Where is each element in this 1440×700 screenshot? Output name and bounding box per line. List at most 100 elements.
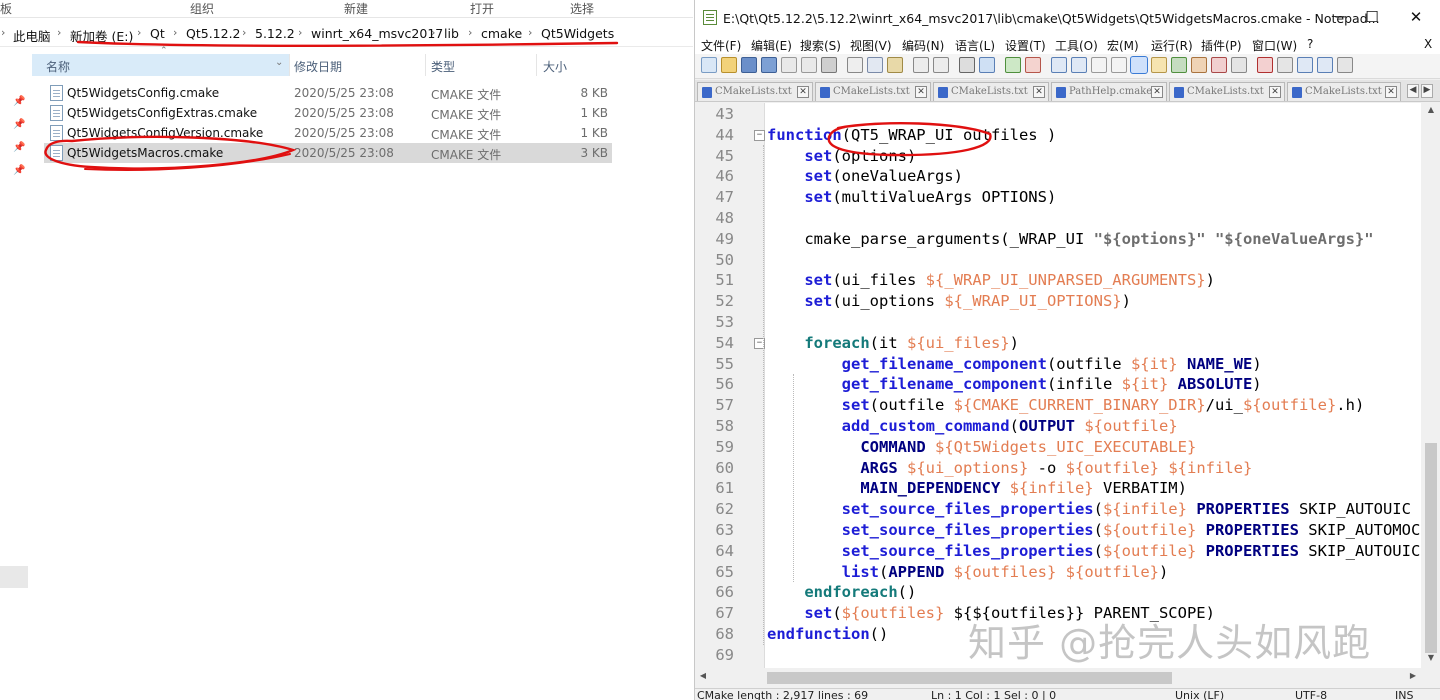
document-tab[interactable]: CMakeLists.txt ✕ xyxy=(697,82,813,101)
chevron-right-icon[interactable]: › xyxy=(528,26,532,39)
code-line[interactable]: 64 set_source_files_properties(${outfile… xyxy=(695,541,1440,562)
pin-icon[interactable]: 📌 xyxy=(13,142,25,153)
scroll-down-icon[interactable]: ▼ xyxy=(1425,653,1437,665)
redo-icon[interactable] xyxy=(933,57,949,73)
code-line[interactable]: 57 set(outfile ${CMAKE_CURRENT_BINARY_DI… xyxy=(695,395,1421,416)
indent-guide-icon[interactable] xyxy=(1130,56,1148,74)
menu-encoding[interactable]: 编码(N) xyxy=(902,37,944,54)
chevron-right-icon[interactable]: › xyxy=(298,26,302,39)
menu-view[interactable]: 视图(V) xyxy=(850,37,892,54)
tab-close-icon[interactable]: ✕ xyxy=(915,86,927,98)
code-line[interactable]: 65 list(APPEND ${outfiles} ${outfile}) xyxy=(695,562,1421,583)
address-bar[interactable]: › 此电脑 › 新加卷 (E:) › Qt › Qt5.12.2 › 5.12.… xyxy=(0,21,693,47)
code-line[interactable]: 43 xyxy=(695,104,1421,125)
menu-settings[interactable]: 设置(T) xyxy=(1005,37,1046,54)
chevron-right-icon[interactable]: › xyxy=(137,26,141,39)
paste-icon[interactable] xyxy=(887,57,903,73)
tab-scroll-right-icon[interactable]: ▶ xyxy=(1421,84,1433,98)
run-macro-multiple-icon[interactable] xyxy=(1317,57,1333,73)
menu-plugins[interactable]: 插件(P) xyxy=(1201,37,1242,54)
code-line[interactable]: 50 xyxy=(695,250,1421,271)
code-editor[interactable]: 43 44 − function(QT5_WRAP_UI outfiles ) 45 s… xyxy=(695,103,1440,668)
code-line[interactable]: 58 add_custom_command(OUTPUT ${outfile} xyxy=(695,416,1421,437)
code-line[interactable]: 52 set(ui_options ${_WRAP_UI_OPTIONS}) xyxy=(695,291,1421,312)
code-line[interactable]: 53 xyxy=(695,312,1421,333)
chevron-right-icon[interactable]: › xyxy=(242,26,246,39)
vertical-scroll-thumb[interactable] xyxy=(1425,443,1437,653)
copy-icon[interactable] xyxy=(867,57,883,73)
column-header-type[interactable]: 类型 xyxy=(426,54,536,76)
scroll-up-icon[interactable]: ▲ xyxy=(1425,105,1437,117)
menu-macro[interactable]: 宏(M) xyxy=(1107,37,1139,54)
code-line[interactable]: 59 COMMAND ${Qt5Widgets_UIC_EXECUTABLE} xyxy=(695,437,1421,458)
new-file-icon[interactable] xyxy=(701,57,717,73)
column-header-date[interactable]: 修改日期 xyxy=(290,54,425,76)
breadcrumb-qt5122[interactable]: Qt5.12.2 xyxy=(186,26,241,41)
word-wrap-icon[interactable] xyxy=(1091,57,1107,73)
folder-as-workspace-icon[interactable] xyxy=(1211,57,1227,73)
pin-icon[interactable]: 📌 xyxy=(13,96,25,107)
breadcrumb-qt[interactable]: Qt xyxy=(150,26,165,41)
tab-close-icon[interactable]: ✕ xyxy=(797,86,809,98)
breadcrumb-cmake[interactable]: cmake xyxy=(481,26,522,41)
chevron-right-icon[interactable]: › xyxy=(1,26,5,39)
print-icon[interactable] xyxy=(821,57,837,73)
menu-run[interactable]: 运行(R) xyxy=(1151,37,1193,54)
chevron-right-icon[interactable]: › xyxy=(431,26,435,39)
code-line[interactable]: 60 ARGS ${ui_options} -o ${outfile} ${in… xyxy=(695,458,1421,479)
tab-close-icon[interactable]: ✕ xyxy=(1269,86,1281,98)
close-all-icon[interactable] xyxy=(801,57,817,73)
find-icon[interactable] xyxy=(959,57,975,73)
code-line[interactable]: 62 set_source_files_properties(${infile}… xyxy=(695,499,1440,520)
document-tab[interactable]: CMakeLists.txt ✕ xyxy=(1169,82,1285,101)
title-bar[interactable]: E:\Qt\Qt5.12.2\5.12.2\winrt_x64_msvc2017… xyxy=(695,0,1440,34)
chevron-right-icon[interactable]: › xyxy=(57,26,61,39)
code-line[interactable]: 55 get_filename_component(outfile ${it} … xyxy=(695,354,1421,375)
file-row[interactable]: Qt5WidgetsConfigExtras.cmake 2020/5/25 2… xyxy=(44,103,612,123)
show-all-chars-icon[interactable] xyxy=(1111,57,1127,73)
column-header-name[interactable]: 名称 ⌃ ⌄ xyxy=(32,46,289,76)
code-line[interactable]: 48 xyxy=(695,208,1421,229)
menu-file[interactable]: 文件(F) xyxy=(701,37,741,54)
code-line[interactable]: 47 set(multiValueArgs OPTIONS) xyxy=(695,187,1421,208)
notepad-app-icon[interactable] xyxy=(703,10,717,25)
file-row[interactable]: Qt5WidgetsConfigVersion.cmake 2020/5/25 … xyxy=(44,123,612,143)
document-tab[interactable]: PathHelp.cmake ✕ xyxy=(1051,82,1167,101)
code-line[interactable]: 45 set(options) xyxy=(695,146,1421,167)
monitoring-icon[interactable] xyxy=(1231,57,1247,73)
code-line[interactable]: 44 − function(QT5_WRAP_UI outfiles ) xyxy=(695,125,1421,146)
menu-tools[interactable]: 工具(O) xyxy=(1055,37,1098,54)
tab-close-icon[interactable]: ✕ xyxy=(1385,86,1397,98)
code-line[interactable]: 46 set(oneValueArgs) xyxy=(695,166,1421,187)
pin-icon[interactable]: 📌 xyxy=(13,165,25,176)
breadcrumb-this-pc[interactable]: 此电脑 xyxy=(13,26,51,45)
chevron-down-icon[interactable]: ⌄ xyxy=(275,57,283,68)
zoom-in-icon[interactable] xyxy=(1005,57,1021,73)
column-header-size[interactable]: 大小 xyxy=(537,54,612,76)
vertical-scrollbar[interactable]: ▲ ▼ xyxy=(1421,103,1440,668)
horizontal-scrollbar[interactable]: ◀ ▶ xyxy=(695,668,1440,688)
menu-edit[interactable]: 编辑(E) xyxy=(751,37,792,54)
document-tab[interactable]: CMakeLists.txt ✕ xyxy=(1287,82,1401,101)
chevron-right-icon[interactable]: › xyxy=(468,26,472,39)
replace-icon[interactable] xyxy=(979,57,995,73)
breadcrumb-5122[interactable]: 5.12.2 xyxy=(255,26,295,41)
function-list-icon[interactable] xyxy=(1191,57,1207,73)
document-map-icon[interactable] xyxy=(1171,57,1187,73)
code-line[interactable]: 51 set(ui_files ${_WRAP_UI_UNPARSED_ARGU… xyxy=(695,270,1421,291)
undo-icon[interactable] xyxy=(913,57,929,73)
breadcrumb-qt5widgets[interactable]: Qt5Widgets xyxy=(541,26,614,41)
document-tab[interactable]: CMakeLists.txt ✕ xyxy=(933,82,1049,101)
sync-vertical-icon[interactable] xyxy=(1051,57,1067,73)
save-all-icon[interactable] xyxy=(761,57,777,73)
code-line[interactable]: 56 get_filename_component(infile ${it} A… xyxy=(695,374,1421,395)
scroll-right-icon[interactable]: ▶ xyxy=(1407,671,1419,683)
tab-close-icon[interactable]: ✕ xyxy=(1151,86,1163,98)
zoom-out-icon[interactable] xyxy=(1025,57,1041,73)
file-row-selected[interactable]: Qt5WidgetsMacros.cmake 2020/5/25 23:08 C… xyxy=(44,143,612,163)
stop-macro-icon[interactable] xyxy=(1277,57,1293,73)
save-icon[interactable] xyxy=(741,57,757,73)
open-folder-icon[interactable] xyxy=(721,57,737,73)
menu-search[interactable]: 搜索(S) xyxy=(800,37,841,54)
pin-icon[interactable]: 📌 xyxy=(13,119,25,130)
